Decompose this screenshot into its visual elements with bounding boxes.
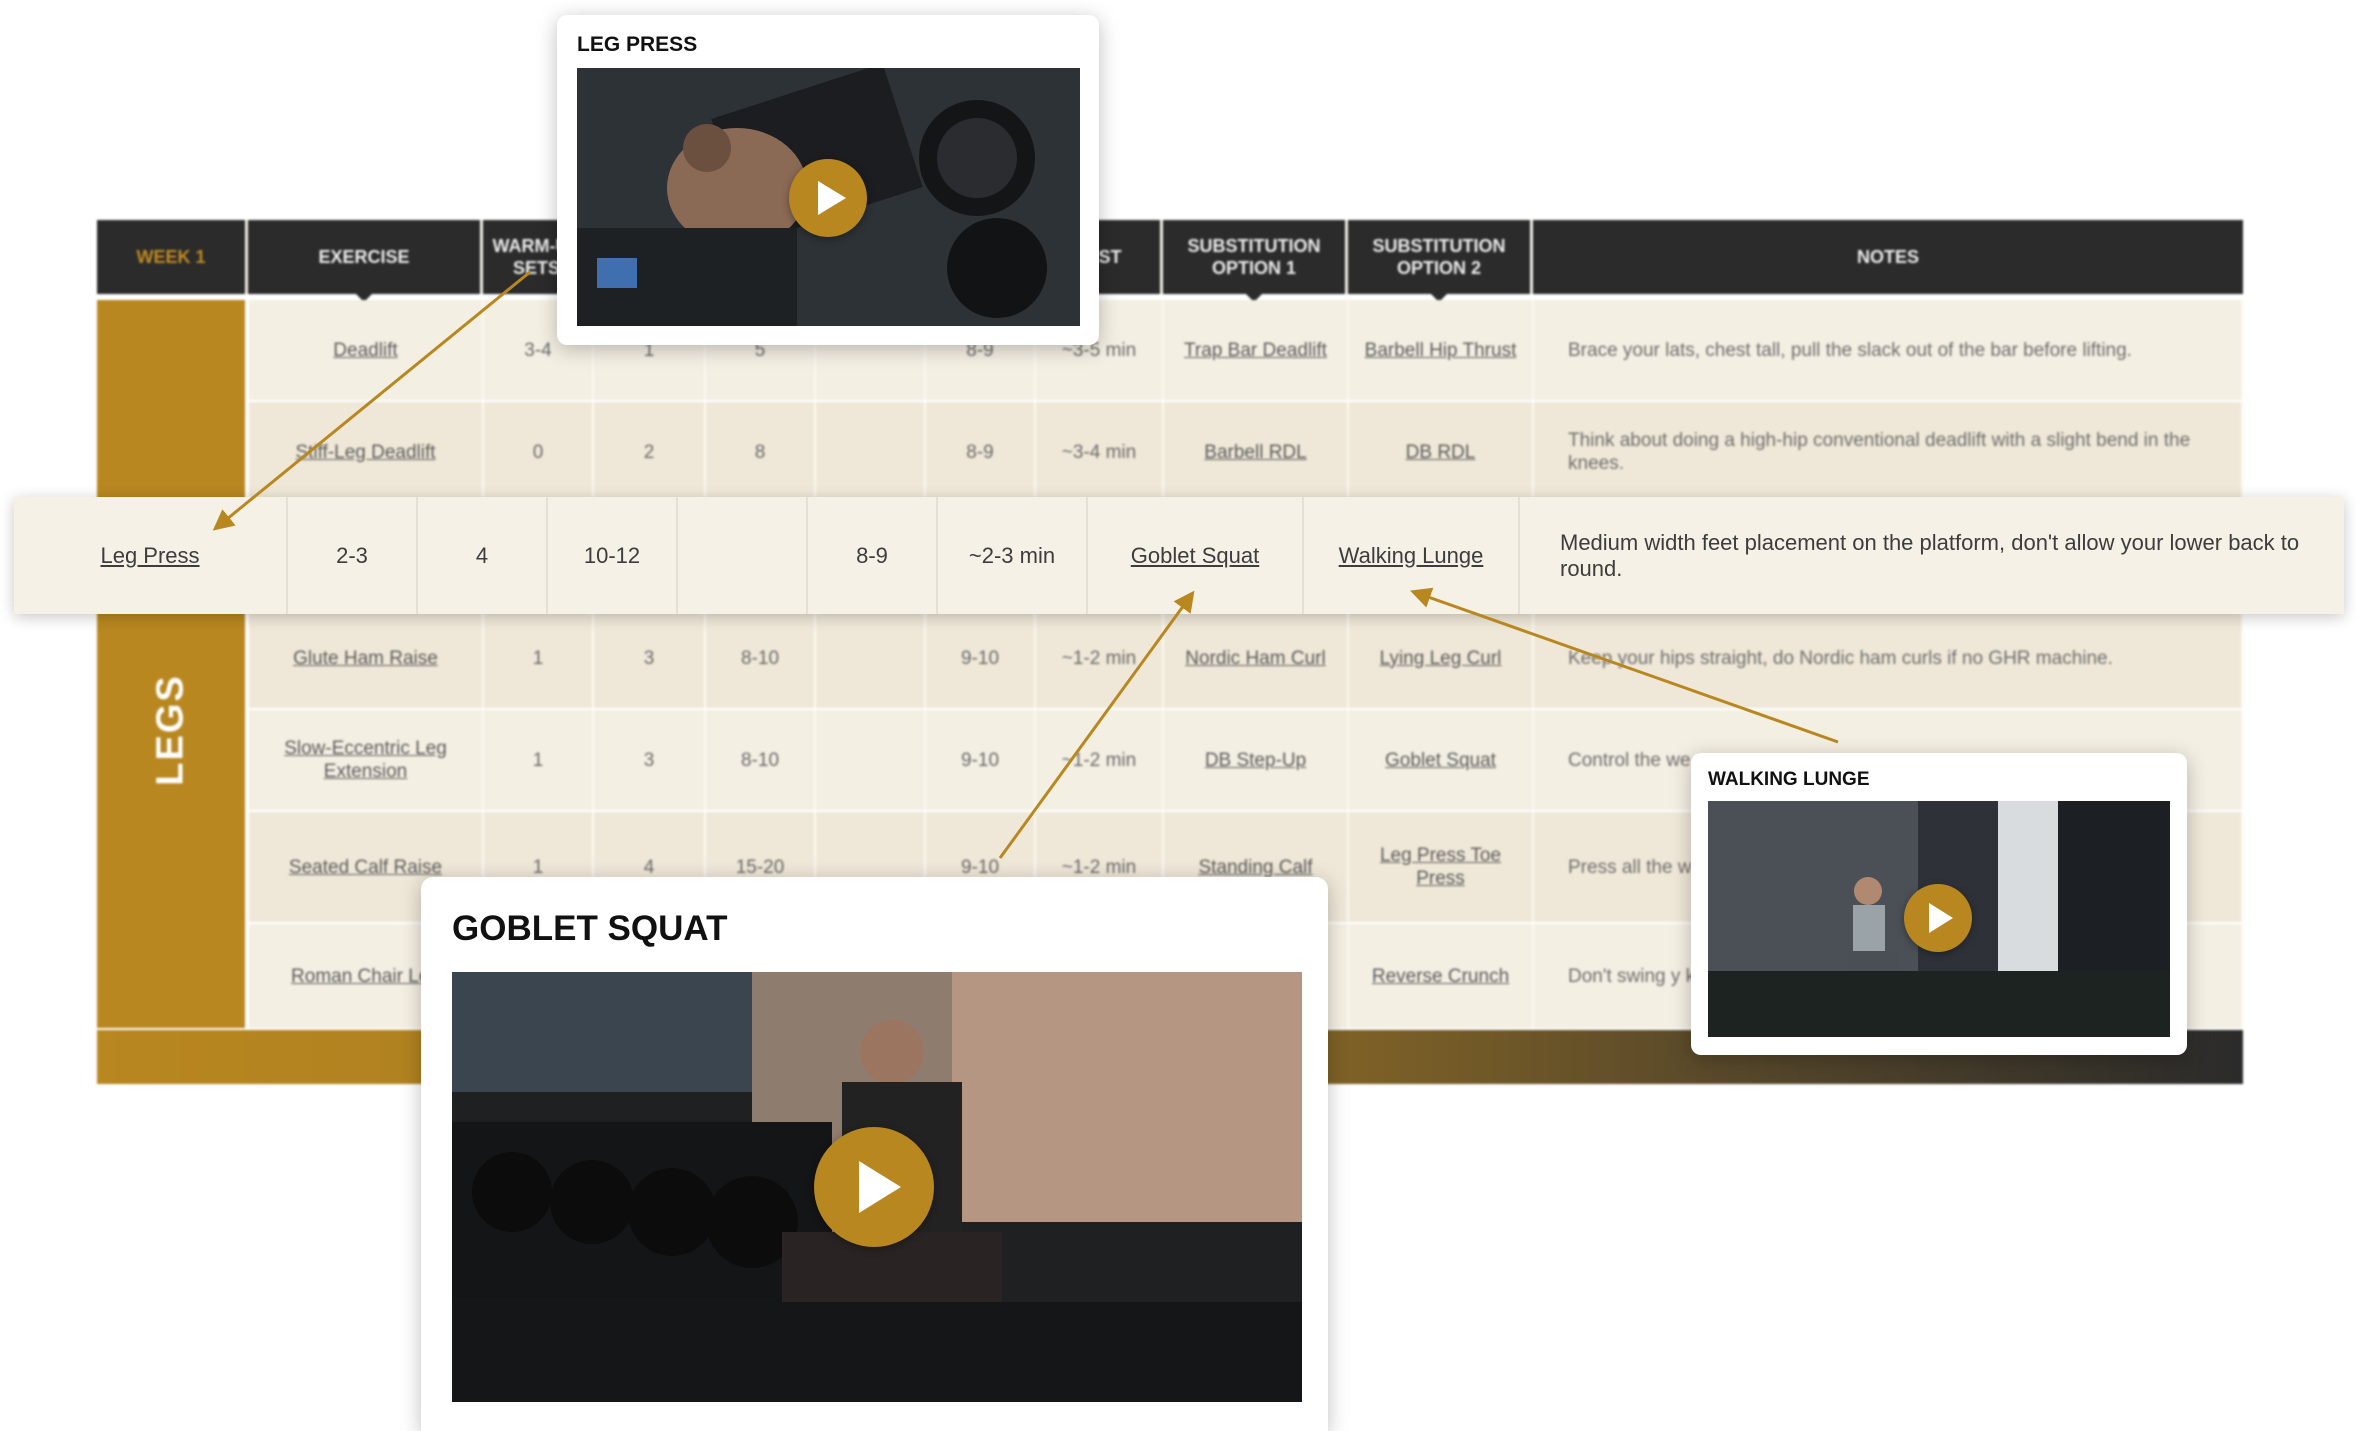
- notes-value: Medium width feet placement on the platf…: [1560, 529, 2300, 581]
- reps-value: 10-12: [548, 497, 678, 614]
- header-sub2-label: SUBSTITUTION OPTION 2: [1372, 236, 1506, 278]
- video-card-walking-lunge: WALKING LUNGE: [1691, 753, 2187, 1055]
- exercise-link[interactable]: Glute Ham Raise: [249, 608, 484, 708]
- section-legs: LEGS: [97, 300, 245, 1028]
- rpe-value: 9-10: [926, 710, 1036, 810]
- exercise-link[interactable]: Deadlift: [249, 300, 484, 400]
- sub2-link-walking-lunge[interactable]: Walking Lunge: [1304, 497, 1520, 614]
- sub1-link[interactable]: Trap Bar Deadlift: [1164, 300, 1349, 400]
- rest-value: ~2-3 min: [938, 497, 1088, 614]
- video-thumbnail[interactable]: [1708, 801, 2170, 1037]
- exercise-link-leg-press[interactable]: Leg Press: [14, 497, 288, 614]
- sets-value: 4: [418, 497, 548, 614]
- play-icon[interactable]: [814, 1127, 934, 1247]
- header-notes: NOTES: [1533, 220, 2243, 294]
- notes-value: Keep your hips straight, do Nordic ham c…: [1534, 608, 2243, 708]
- table-row: Deadlift 3-4 1 5 8-9 ~3-5 min Trap Bar D…: [249, 300, 2243, 400]
- rest-value: ~1-2 min: [1036, 608, 1164, 708]
- sets-value: 3: [594, 608, 706, 708]
- header-notes-label: NOTES: [1856, 247, 1919, 267]
- notes-value: Think about doing a high-hip conventiona…: [1534, 402, 2243, 502]
- card-title: LEG PRESS: [577, 33, 698, 56]
- reps-value: 8-10: [706, 710, 816, 810]
- blank-value: [816, 710, 926, 810]
- exercise-link[interactable]: Stiff-Leg Deadlift: [249, 402, 484, 502]
- sub1-link[interactable]: Nordic Ham Curl: [1164, 608, 1349, 708]
- sets-value: 3: [594, 710, 706, 810]
- sets-value: 2: [594, 402, 706, 502]
- reps-value: 8-10: [706, 608, 816, 708]
- sub1-link[interactable]: DB Step-Up: [1164, 710, 1349, 810]
- card-title: GOBLET SQUAT: [452, 909, 728, 948]
- video-card-leg-press: LEG PRESS: [557, 15, 1099, 345]
- reps-value: 8: [706, 402, 816, 502]
- table-row: Glute Ham Raise 1 3 8-10 9-10 ~1-2 min N…: [249, 608, 2243, 708]
- warmup-value: 2-3: [288, 497, 418, 614]
- header-sub1-label: SUBSTITUTION OPTION 1: [1187, 236, 1321, 278]
- card-title: WALKING LUNGE: [1708, 769, 1870, 790]
- section-legs-label: LEGS: [149, 674, 192, 786]
- video-card-goblet-squat: GOBLET SQUAT: [421, 877, 1328, 1431]
- blank-value: [816, 402, 926, 502]
- header-week: WEEK 1: [97, 220, 248, 294]
- table-row: Stiff-Leg Deadlift 0 2 8 8-9 ~3-4 min Ba…: [249, 402, 2243, 502]
- header-exercise: EXERCISE: [248, 220, 483, 302]
- sub2-link[interactable]: Goblet Squat: [1349, 710, 1534, 810]
- notes-value: Brace your lats, chest tall, pull the sl…: [1534, 300, 2243, 400]
- sub1-link[interactable]: Barbell RDL: [1164, 402, 1349, 502]
- header-sub2: SUBSTITUTION OPTION 2: [1348, 220, 1533, 302]
- rpe-value: 8-9: [926, 402, 1036, 502]
- sub2-link[interactable]: Barbell Hip Thrust: [1349, 300, 1534, 400]
- sub2-link[interactable]: Lying Leg Curl: [1349, 608, 1534, 708]
- sub2-link[interactable]: Leg Press Toe Press: [1349, 812, 1534, 922]
- rest-value: ~3-4 min: [1036, 402, 1164, 502]
- rpe-value: 9-10: [926, 608, 1036, 708]
- warmup-value: 0: [484, 402, 594, 502]
- sub1-link-goblet-squat[interactable]: Goblet Squat: [1088, 497, 1304, 614]
- highlighted-row-leg-press: Leg Press 2-3 4 10-12 8-9 ~2-3 min Goble…: [14, 497, 2344, 614]
- table-header: WEEK 1 EXERCISE WARM-UP SETS REST SUBSTI…: [97, 220, 2243, 302]
- rest-value: ~1-2 min: [1036, 710, 1164, 810]
- exercise-link[interactable]: Slow-Eccentric Leg Extension: [249, 710, 484, 810]
- blank-value: [678, 497, 808, 614]
- sub2-link[interactable]: Reverse Crunch: [1349, 924, 1534, 1028]
- header-sub1: SUBSTITUTION OPTION 1: [1163, 220, 1348, 302]
- rpe-value: 8-9: [808, 497, 938, 614]
- video-thumbnail[interactable]: [452, 972, 1302, 1402]
- play-icon[interactable]: [789, 159, 867, 237]
- warmup-value: 1: [484, 608, 594, 708]
- warmup-value: 1: [484, 710, 594, 810]
- sub2-link[interactable]: DB RDL: [1349, 402, 1534, 502]
- header-exercise-label: EXERCISE: [318, 247, 410, 267]
- blank-value: [816, 608, 926, 708]
- play-icon[interactable]: [1904, 884, 1972, 952]
- video-thumbnail[interactable]: [577, 68, 1080, 326]
